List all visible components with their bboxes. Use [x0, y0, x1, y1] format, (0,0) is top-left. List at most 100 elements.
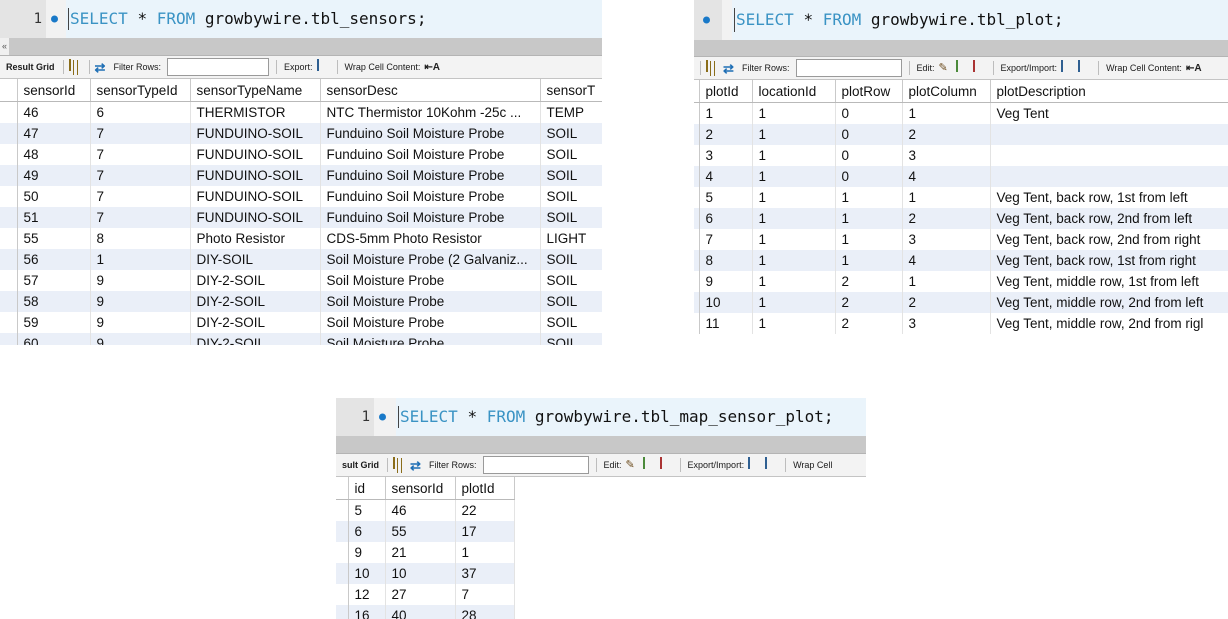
table-row[interactable]: 60 9 DIY-2-SOIL Soil Moisture Probe SOIL — [0, 333, 602, 345]
cell-sensorTypeId[interactable]: 9 — [90, 270, 191, 291]
cell-plotColumn[interactable]: 4 — [902, 166, 991, 187]
cell-plotRow[interactable]: 1 — [835, 187, 903, 208]
table-row[interactable]: 47 7 FUNDUINO-SOIL Funduino Soil Moisture P… — [0, 123, 602, 144]
cell-sensorId[interactable]: 58 — [17, 291, 91, 312]
cell-plotId[interactable]: 11 — [699, 313, 753, 334]
table-row[interactable]: 55 8 Photo Resistor CDS-5mm Photo Resistor L… — [0, 228, 602, 249]
cell-sensorTypeName[interactable]: Photo Resistor — [190, 228, 321, 249]
cell-sensorType[interactable]: SOIL — [540, 123, 602, 144]
row-selector[interactable] — [336, 584, 349, 605]
cell-plotRow[interactable]: 2 — [835, 313, 903, 334]
cell-id[interactable]: 5 — [348, 499, 386, 521]
sql-editor-map[interactable]: 1 SELECT * FROM growbywire.tbl_map_senso… — [336, 398, 866, 436]
cell-plotId[interactable]: 17 — [455, 521, 515, 542]
cell-plotId[interactable]: 3 — [699, 145, 753, 166]
cell-plotId[interactable]: 5 — [699, 187, 753, 208]
cell-plotColumn[interactable]: 4 — [902, 250, 991, 271]
cell-sensorId[interactable]: 55 — [385, 521, 456, 542]
refresh-icon[interactable]: ⇄ — [410, 458, 425, 473]
cell-sensorId[interactable]: 55 — [17, 228, 91, 249]
cell-sensorTypeId[interactable]: 9 — [90, 291, 191, 312]
sql-editor-sensors[interactable]: 1 SELECT * FROM growbywire.tbl_sensors; — [0, 0, 602, 38]
table-row[interactable]: 3103 — [694, 145, 1228, 166]
cell-plotDescription[interactable]: Veg Tent, back row, 2nd from left — [990, 208, 1228, 229]
cell-plotId[interactable]: 4 — [699, 166, 753, 187]
import-icon[interactable] — [1078, 59, 1093, 76]
table-row[interactable]: 4104 — [694, 166, 1228, 187]
table-row[interactable]: 49 7 FUNDUINO-SOIL Funduino Soil Moisture P… — [0, 165, 602, 186]
row-selector[interactable] — [0, 270, 18, 291]
row-selector[interactable] — [336, 499, 349, 521]
cell-sensorTypeName[interactable]: FUNDUINO-SOIL — [190, 165, 321, 186]
cell-plotDescription[interactable]: Veg Tent — [990, 102, 1228, 124]
insert-row-icon[interactable] — [955, 59, 971, 76]
delete-row-icon[interactable] — [659, 456, 675, 473]
tab-overflow-icon[interactable]: « — [0, 38, 9, 55]
cell-sensorTypeId[interactable]: 7 — [90, 144, 191, 165]
filter-rows-input[interactable] — [795, 59, 902, 77]
row-selector[interactable] — [0, 312, 18, 333]
result-grid-map[interactable]: id sensorId plotId 5 46 22 6 55 17 9 21 1 10 10… — [336, 477, 866, 619]
cell-plotColumn[interactable]: 3 — [902, 313, 991, 334]
cell-sensorDesc[interactable]: Soil Moisture Probe — [320, 270, 541, 291]
edit-pencil-icon[interactable]: ✎ — [626, 458, 641, 473]
cell-plotDescription[interactable]: Veg Tent, back row, 2nd from right — [990, 229, 1228, 250]
cell-sensorId[interactable]: 46 — [385, 499, 456, 521]
cell-sensorDesc[interactable]: Soil Moisture Probe (2 Galvaniz... — [320, 249, 541, 270]
import-icon[interactable] — [765, 456, 780, 473]
sql-editor-plot[interactable]: SELECT * FROM growbywire.tbl_plot; — [694, 0, 1228, 40]
cell-plotColumn[interactable]: 2 — [902, 208, 991, 229]
cell-plotRow[interactable]: 2 — [835, 271, 903, 292]
column-header-id[interactable]: id — [348, 477, 386, 500]
edit-pencil-icon[interactable]: ✎ — [939, 61, 954, 76]
column-header-sensorId[interactable]: sensorId — [385, 477, 456, 500]
column-header-plotDescription[interactable]: plotDescription — [990, 80, 1228, 103]
row-selector[interactable] — [0, 144, 18, 165]
cell-plotDescription[interactable]: Veg Tent, middle row, 1st from left — [990, 271, 1228, 292]
cell-sensorType[interactable]: TEMP — [540, 101, 602, 123]
cell-plotId[interactable]: 28 — [455, 605, 515, 619]
cell-locationId[interactable]: 1 — [752, 250, 836, 271]
table-row[interactable]: 11 1 2 3 Veg Tent, middle row, 2nd from rigl — [694, 313, 1228, 334]
table-row[interactable]: 51 7 FUNDUINO-SOIL Funduino Soil Moisture P… — [0, 207, 602, 228]
table-row[interactable]: 5 1 1 1 Veg Tent, back row, 1st from left — [694, 187, 1228, 208]
cell-sensorTypeName[interactable]: DIY-2-SOIL — [190, 312, 321, 333]
sql-query-text-map[interactable]: SELECT * FROM growbywire.tbl_map_sensor_… — [396, 398, 866, 436]
cell-plotColumn[interactable]: 3 — [902, 229, 991, 250]
cell-sensorDesc[interactable]: Funduino Soil Moisture Probe — [320, 123, 541, 144]
cell-sensorDesc[interactable]: Funduino Soil Moisture Probe — [320, 207, 541, 228]
grid-view-icon[interactable] — [393, 456, 408, 473]
cell-locationId[interactable]: 1 — [752, 166, 836, 187]
cell-plotId[interactable]: 7 — [455, 584, 515, 605]
cell-plotId[interactable]: 9 — [699, 271, 753, 292]
table-row[interactable]: 6 55 17 — [336, 521, 515, 542]
cell-plotDescription[interactable]: Veg Tent, back row, 1st from right — [990, 250, 1228, 271]
table-row[interactable]: 2102 — [694, 124, 1228, 145]
wrap-cell-content-icon[interactable]: ⇤A — [424, 60, 440, 75]
cell-plotDescription[interactable] — [990, 166, 1228, 187]
column-header-locationId[interactable]: locationId — [752, 80, 836, 103]
cell-sensorType[interactable]: SOIL — [540, 333, 602, 345]
cell-sensorType[interactable]: SOIL — [540, 186, 602, 207]
cell-id[interactable]: 6 — [348, 521, 386, 542]
cell-sensorTypeName[interactable]: FUNDUINO-SOIL — [190, 207, 321, 228]
cell-sensorId[interactable]: 60 — [17, 333, 91, 345]
cell-sensorTypeName[interactable]: DIY-2-SOIL — [190, 270, 321, 291]
column-header-plotRow[interactable]: plotRow — [835, 80, 903, 103]
cell-sensorId[interactable]: 59 — [17, 312, 91, 333]
cell-sensorId[interactable]: 56 — [17, 249, 91, 270]
table-row[interactable]: 7 1 1 3 Veg Tent, back row, 2nd from right — [694, 229, 1228, 250]
cell-sensorTypeName[interactable]: DIY-SOIL — [190, 249, 321, 270]
cell-sensorTypeId[interactable]: 7 — [90, 186, 191, 207]
cell-locationId[interactable]: 1 — [752, 313, 836, 334]
cell-sensorType[interactable]: SOIL — [540, 165, 602, 186]
column-header-sensorTypeName[interactable]: sensorTypeName — [190, 79, 321, 102]
cell-id[interactable]: 12 — [348, 584, 386, 605]
column-header-sensorDesc[interactable]: sensorDesc — [320, 79, 541, 102]
row-selector[interactable] — [0, 165, 18, 186]
cell-sensorId[interactable]: 46 — [17, 101, 91, 123]
cell-locationId[interactable]: 1 — [752, 292, 836, 313]
cell-locationId[interactable]: 1 — [752, 229, 836, 250]
table-row[interactable]: 9 21 1 — [336, 542, 515, 563]
cell-sensorTypeId[interactable]: 7 — [90, 207, 191, 228]
